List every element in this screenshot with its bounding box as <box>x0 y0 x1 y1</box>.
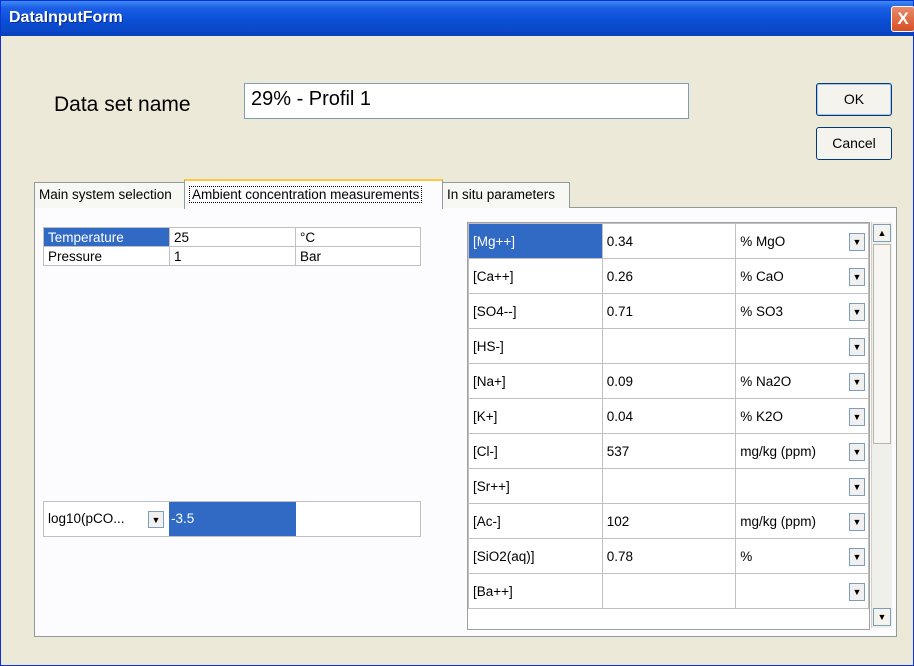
unit-label: % CaO <box>740 268 784 284</box>
ion-cell[interactable]: [K+] <box>468 398 603 434</box>
param-value-cell[interactable]: 1 <box>169 246 296 266</box>
unit-cell[interactable]: % SO3 ▼ <box>735 293 869 329</box>
ion-cell[interactable]: [Sr++] <box>468 468 603 504</box>
unit-cell[interactable]: % CaO ▼ <box>735 258 869 294</box>
ion-cell[interactable]: [HS-] <box>468 328 603 364</box>
table-row[interactable]: [HS-] ▼ <box>468 328 869 364</box>
table-row[interactable]: [Ca++] 0.26 % CaO ▼ <box>468 258 869 294</box>
value-cell[interactable] <box>601 328 737 364</box>
value-cell[interactable]: 0.71 <box>601 293 737 329</box>
chevron-down-icon[interactable]: ▼ <box>148 511 164 528</box>
table-row[interactable]: [Sr++] ▼ <box>468 468 869 504</box>
table-row[interactable]: Pressure 1 Bar <box>43 246 421 266</box>
table-row[interactable]: [SO4--] 0.71 % SO3 ▼ <box>468 293 869 329</box>
table-row[interactable]: [Mg++] 0.34 % MgO ▼ <box>468 223 869 259</box>
ion-cell[interactable]: [Na+] <box>468 363 603 399</box>
cancel-button[interactable]: Cancel <box>816 127 892 160</box>
chevron-down-icon[interactable]: ▼ <box>849 268 865 286</box>
value-cell[interactable] <box>601 468 737 504</box>
value-cell[interactable]: 0.09 <box>601 363 737 399</box>
pco2-value-cell[interactable]: -3.5 <box>169 502 296 536</box>
unit-label: % MgO <box>740 233 786 249</box>
chevron-down-icon[interactable]: ▼ <box>849 373 865 391</box>
data-input-form-window: DataInputForm X Data set name 29% - Prof… <box>0 0 914 666</box>
table-row[interactable]: [K+] 0.04 % K2O ▼ <box>468 398 869 434</box>
tab-in-situ-parameters[interactable]: In situ parameters <box>442 182 570 208</box>
ion-cell[interactable]: [SO4--] <box>468 293 603 329</box>
value-cell[interactable]: 0.78 <box>601 538 737 574</box>
unit-label: mg/kg (ppm) <box>740 513 817 529</box>
close-icon: X <box>897 9 909 28</box>
window-title: DataInputForm <box>9 9 123 26</box>
dataset-name-label: Data set name <box>54 93 191 116</box>
concentration-table: [Mg++] 0.34 % MgO ▼ [Ca++] 0.26 % CaO ▼ [S… <box>468 223 869 609</box>
unit-cell[interactable]: % Na2O ▼ <box>735 363 869 399</box>
chevron-down-icon[interactable]: ▼ <box>849 303 865 321</box>
unit-label: % K2O <box>740 408 784 424</box>
table-row[interactable]: [SiO2(aq)] 0.78 % ▼ <box>468 538 869 574</box>
arrow-down-icon[interactable]: ▼ <box>873 608 891 626</box>
tab-label: Ambient concentration measurements <box>189 186 423 203</box>
ok-button[interactable]: OK <box>816 83 892 116</box>
ion-cell[interactable]: [Cl-] <box>468 433 603 469</box>
param-name-cell[interactable]: Pressure <box>43 246 170 266</box>
unit-cell[interactable]: ▼ <box>735 573 869 609</box>
close-button[interactable]: X <box>891 6 914 32</box>
value-cell[interactable] <box>601 573 737 609</box>
unit-cell[interactable]: % K2O ▼ <box>735 398 869 434</box>
chevron-down-icon[interactable]: ▼ <box>849 338 865 356</box>
chevron-down-icon[interactable]: ▼ <box>849 548 865 566</box>
ion-cell[interactable]: [Mg++] <box>468 223 603 259</box>
unit-cell[interactable]: ▼ <box>735 468 869 504</box>
param-value-cell[interactable]: 25 <box>169 227 296 247</box>
value-cell[interactable]: 0.34 <box>601 223 737 259</box>
value-cell[interactable]: 102 <box>601 503 737 539</box>
arrow-up-icon[interactable]: ▲ <box>873 224 891 242</box>
value-cell[interactable]: 0.26 <box>601 258 737 294</box>
temperature-pressure-table: Temperature 25 °C Pressure 1 Bar <box>43 227 421 266</box>
table-row[interactable]: [Cl-] 537 mg/kg (ppm) ▼ <box>468 433 869 469</box>
param-unit-cell[interactable]: Bar <box>295 246 421 266</box>
dataset-name-input[interactable]: 29% - Profil 1 <box>244 83 689 119</box>
pco2-select-label[interactable]: log10(pCO... <box>48 511 125 526</box>
chevron-down-icon[interactable]: ▼ <box>849 513 865 531</box>
title-bar[interactable]: DataInputForm X <box>1 1 914 36</box>
unit-label: % Na2O <box>740 373 792 389</box>
ion-cell[interactable]: [Ac-] <box>468 503 603 539</box>
chevron-down-icon[interactable]: ▼ <box>849 443 865 461</box>
chevron-down-icon[interactable]: ▼ <box>849 478 865 496</box>
param-unit-cell[interactable]: °C <box>295 227 421 247</box>
ion-cell[interactable]: [SiO2(aq)] <box>468 538 603 574</box>
chevron-down-icon[interactable]: ▼ <box>849 233 865 251</box>
unit-label: % SO3 <box>740 303 784 319</box>
table-row[interactable]: [Na+] 0.09 % Na2O ▼ <box>468 363 869 399</box>
concentration-table-container: [Mg++] 0.34 % MgO ▼ [Ca++] 0.26 % CaO ▼ [S… <box>467 222 870 630</box>
tab-main-system-selection[interactable]: Main system selection <box>34 182 185 208</box>
ion-cell[interactable]: [Ca++] <box>468 258 603 294</box>
table-row[interactable]: [Ac-] 102 mg/kg (ppm) ▼ <box>468 503 869 539</box>
tab-label: Main system selection <box>39 187 172 202</box>
value-cell[interactable]: 537 <box>601 433 737 469</box>
tab-ambient-concentration-measurements[interactable]: Ambient concentration measurements <box>184 179 443 209</box>
param-name-cell[interactable]: Temperature <box>43 227 170 247</box>
vertical-scrollbar[interactable]: ▲ ▼ <box>871 222 892 628</box>
unit-cell[interactable]: mg/kg (ppm) ▼ <box>735 503 869 539</box>
unit-cell[interactable]: % MgO ▼ <box>735 223 869 259</box>
unit-cell[interactable]: % ▼ <box>735 538 869 574</box>
tab-label: In situ parameters <box>447 187 556 202</box>
chevron-down-icon[interactable]: ▼ <box>849 408 865 426</box>
unit-label: mg/kg (ppm) <box>740 443 817 459</box>
table-row[interactable]: Temperature 25 °C <box>43 227 421 247</box>
value-cell[interactable]: 0.04 <box>601 398 737 434</box>
unit-label: % <box>740 548 753 564</box>
scrollbar-thumb[interactable] <box>873 244 891 444</box>
unit-cell[interactable]: ▼ <box>735 328 869 364</box>
ion-cell[interactable]: [Ba++] <box>468 573 603 609</box>
unit-cell[interactable]: mg/kg (ppm) ▼ <box>735 433 869 469</box>
chevron-down-icon[interactable]: ▼ <box>849 583 865 601</box>
table-row[interactable]: [Ba++] ▼ <box>468 573 869 609</box>
pco2-row: log10(pCO... ▼ -3.5 <box>43 501 421 537</box>
